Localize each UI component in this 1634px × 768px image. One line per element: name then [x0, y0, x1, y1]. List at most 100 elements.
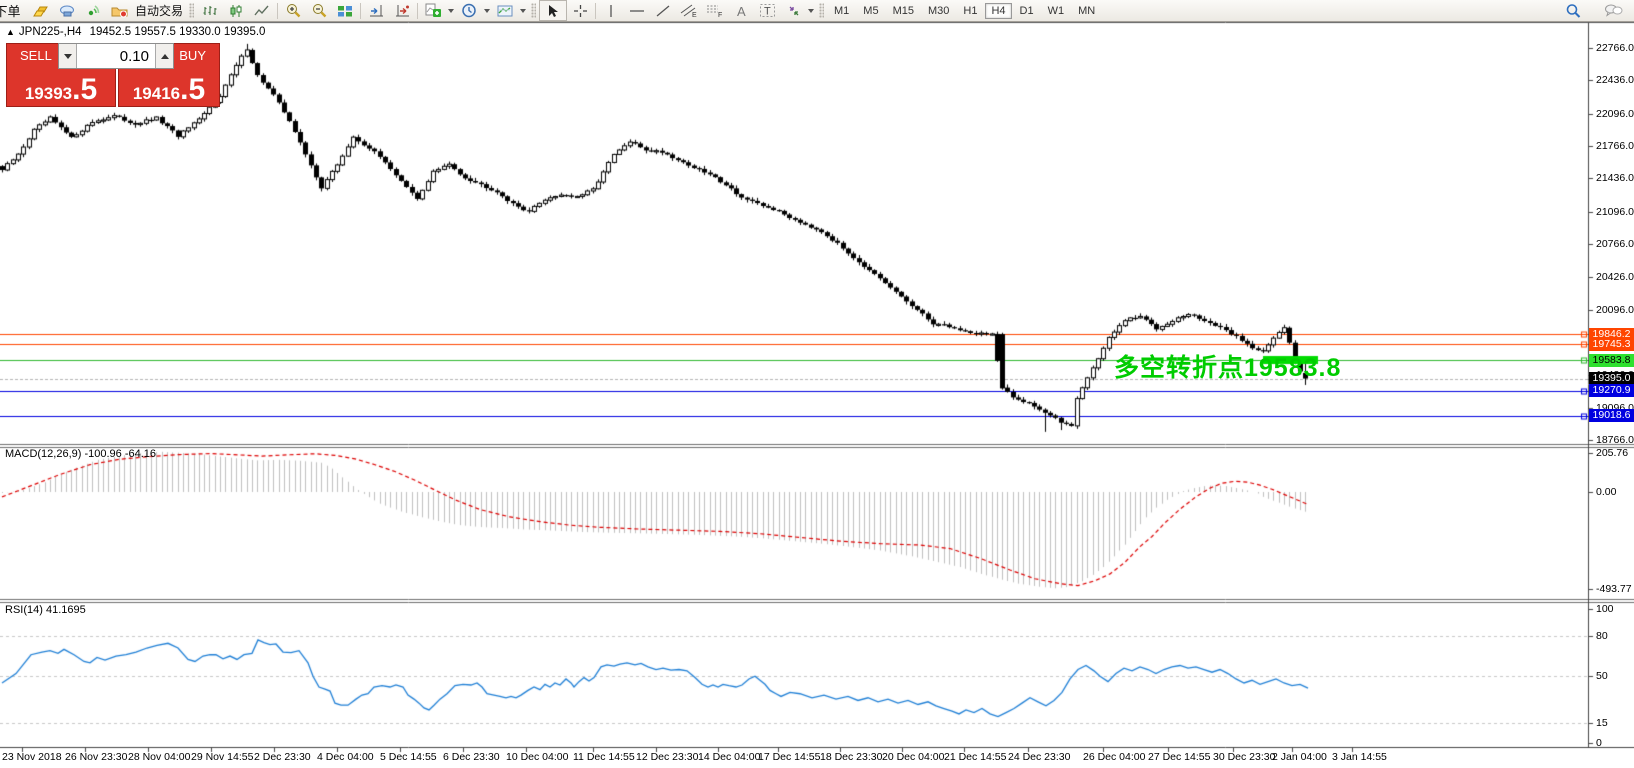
chevron-up-icon: [161, 54, 169, 59]
chart-shift-icon[interactable]: [389, 1, 415, 20]
time-tick-label: 29 Nov 14:55: [191, 751, 253, 763]
toolbar-grip[interactable]: [819, 3, 824, 18]
templates-dropdown-caret[interactable]: [520, 9, 526, 13]
sell-button-label[interactable]: SELL: [20, 48, 52, 63]
price-tick-label: 18766.0: [1596, 434, 1634, 446]
svg-text:F: F: [718, 12, 722, 18]
time-tick-label: 2 Dec 23:30: [254, 751, 311, 763]
timeframe-toolbar: M1M5M15M30H1H4D1W1MN: [827, 3, 1102, 19]
time-tick-label: 17 Dec 14:55: [758, 751, 820, 763]
price-level-chip: 19018.6: [1589, 409, 1634, 422]
cloud-icon[interactable]: [54, 1, 80, 20]
price-level-chip: 19583.8: [1589, 354, 1634, 367]
toolbar-grip[interactable]: [189, 3, 194, 18]
rsi-tick-label: 15: [1596, 717, 1608, 729]
timeframe-m1[interactable]: M1: [828, 3, 855, 19]
one-click-trading-panel: SELL BUY 0.10 19393.5 19416.5: [6, 43, 220, 107]
price-tick-label: 22766.0: [1596, 42, 1634, 54]
candle-chart-icon[interactable]: [223, 1, 249, 20]
chart-title: ▲JPN225-,H419452.5 19557.5 19330.0 19395…: [6, 26, 265, 38]
price-tick-label: 21436.0: [1596, 172, 1634, 184]
time-tick-label: 28 Nov 04:00: [128, 751, 190, 763]
indicators-icon[interactable]: [420, 1, 446, 20]
time-tick-label: 2 Jan 04:00: [1272, 751, 1327, 763]
periods-icon[interactable]: [456, 1, 482, 20]
toolbar-grip[interactable]: [531, 3, 536, 18]
price-level-chip: 19395.0: [1589, 372, 1634, 385]
buy-price[interactable]: 19416.5: [114, 77, 224, 104]
chart-canvas[interactable]: [0, 0, 1634, 768]
price-tick-label: 22436.0: [1596, 74, 1634, 86]
time-tick-label: 6 Dec 23:30: [443, 751, 500, 763]
mt4-window: { "toolbar": { "order_label": "下单", "aut…: [0, 0, 1634, 768]
periods-dropdown-caret[interactable]: [484, 9, 490, 13]
chat-icon[interactable]: [1600, 1, 1626, 20]
cursor-icon[interactable]: [539, 0, 567, 21]
timeframe-h4[interactable]: H4: [985, 3, 1011, 19]
volume-decrease-button[interactable]: [59, 44, 77, 68]
svg-text:E: E: [692, 12, 697, 18]
zoom-out-icon[interactable]: [306, 1, 332, 20]
bar-chart-icon[interactable]: [197, 1, 223, 20]
macd-tick-label: 205.76: [1596, 447, 1628, 459]
timeframe-m15[interactable]: M15: [887, 3, 920, 19]
rsi-tick-label: 0: [1596, 737, 1602, 749]
arrows-icon[interactable]: [780, 1, 806, 20]
zoom-in-icon[interactable]: [280, 1, 306, 20]
equidistant-channel-icon[interactable]: E: [676, 1, 702, 20]
signal-icon[interactable]: [80, 1, 106, 20]
time-tick-label: 21 Dec 14:55: [944, 751, 1006, 763]
volume-increase-button[interactable]: [155, 44, 173, 68]
toolbar-separator: [417, 3, 418, 19]
templates-icon[interactable]: [492, 1, 518, 20]
trendline-icon[interactable]: [650, 1, 676, 20]
time-tick-label: 26 Dec 04:00: [1083, 751, 1145, 763]
text-label-icon[interactable]: T: [754, 1, 780, 20]
autotrade-folder-icon[interactable]: [106, 1, 132, 20]
price-tick-label: 22096.0: [1596, 108, 1634, 120]
vertical-line-icon[interactable]: [598, 1, 624, 20]
indicators-dropdown-caret[interactable]: [448, 9, 454, 13]
timeframe-w1[interactable]: W1: [1042, 3, 1071, 19]
price-tick-label: 20426.0: [1596, 271, 1634, 283]
search-icon[interactable]: [1560, 1, 1586, 20]
line-chart-icon[interactable]: [249, 1, 275, 20]
volume-input[interactable]: 0.10: [77, 44, 155, 68]
price-tick-label: 20096.0: [1596, 304, 1634, 316]
collapse-panel-icon[interactable]: ▲: [6, 27, 15, 37]
new-order-button[interactable]: 下单: [0, 1, 28, 20]
timeframe-h1[interactable]: H1: [957, 3, 983, 19]
fibonacci-icon[interactable]: F: [702, 1, 728, 20]
time-tick-label: 12 Dec 23:30: [636, 751, 698, 763]
sell-price[interactable]: 19393.5: [6, 77, 116, 104]
time-tick-label: 23 Nov 2018: [2, 751, 62, 763]
timeframe-m30[interactable]: M30: [922, 3, 955, 19]
tile-windows-icon[interactable]: [332, 1, 358, 20]
pivot-annotation-text: 多空转折点19583.8: [1114, 348, 1341, 384]
time-tick-label: 10 Dec 04:00: [506, 751, 568, 763]
text-icon[interactable]: A: [728, 1, 754, 20]
price-tick-label: 20766.0: [1596, 238, 1634, 250]
rsi-tick-label: 100: [1596, 603, 1614, 615]
horizontal-line-icon[interactable]: [624, 1, 650, 20]
toolbar-separator: [277, 3, 278, 19]
gold-icon[interactable]: [28, 1, 54, 20]
autoscroll-icon[interactable]: [363, 1, 389, 20]
rsi-tick-label: 80: [1596, 630, 1608, 642]
macd-tick-label: -493.77: [1596, 583, 1632, 595]
timeframe-m5[interactable]: M5: [857, 3, 884, 19]
time-tick-label: 24 Dec 23:30: [1008, 751, 1070, 763]
svg-text:A: A: [737, 4, 746, 18]
timeframe-d1[interactable]: D1: [1014, 3, 1040, 19]
autotrade-button[interactable]: 自动交易: [132, 2, 186, 19]
timeframe-mn[interactable]: MN: [1072, 3, 1101, 19]
volume-stepper: 0.10: [58, 43, 174, 69]
time-tick-label: 27 Dec 14:55: [1148, 751, 1210, 763]
buy-button-label[interactable]: BUY: [179, 48, 206, 63]
price-level-chip: 19270.9: [1589, 384, 1634, 397]
time-tick-label: 5 Dec 14:55: [380, 751, 437, 763]
crosshair-icon[interactable]: [567, 1, 593, 20]
rsi-tick-label: 50: [1596, 670, 1608, 682]
arrows-dropdown-caret[interactable]: [808, 9, 814, 13]
macd-label: MACD(12,26,9) -100.96 -64.16: [5, 448, 156, 460]
